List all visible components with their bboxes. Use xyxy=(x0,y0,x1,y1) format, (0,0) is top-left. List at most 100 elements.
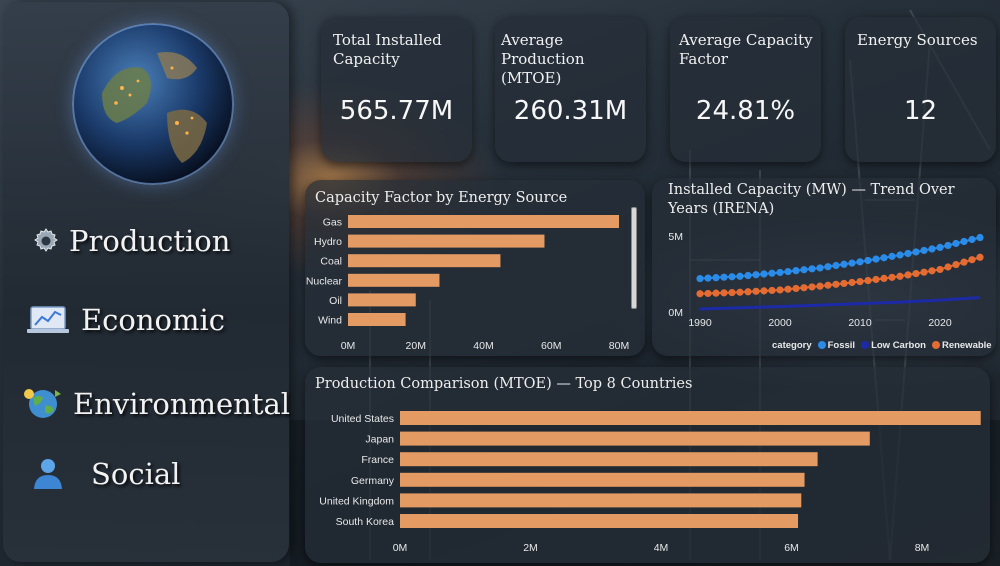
series-point xyxy=(720,289,728,297)
series-point xyxy=(752,287,760,295)
kpi-card-energy-sources: Energy Sources 12 xyxy=(845,17,996,162)
series-point xyxy=(768,269,776,277)
bar xyxy=(348,293,416,307)
series-point xyxy=(800,284,808,292)
category-label: Coal xyxy=(320,256,342,268)
chart-scrollbar[interactable] xyxy=(631,207,637,309)
bar xyxy=(348,273,440,287)
series-point xyxy=(696,290,704,298)
bar xyxy=(400,411,981,425)
category-label: France xyxy=(361,454,394,466)
series-point xyxy=(832,261,840,270)
category-label: Germany xyxy=(351,475,395,487)
bar xyxy=(348,234,545,248)
series-point xyxy=(808,283,816,291)
series-point xyxy=(864,256,872,265)
bar xyxy=(400,452,818,467)
series-point xyxy=(808,265,816,273)
chart-icon xyxy=(27,306,69,333)
kpi-value: 24.81% xyxy=(695,96,796,126)
series-point xyxy=(784,285,792,293)
series-point xyxy=(928,245,936,253)
globe-icon xyxy=(24,389,61,418)
bar xyxy=(400,493,802,508)
x-tick-label: 2010 xyxy=(848,317,872,329)
series-point xyxy=(760,287,768,295)
series-point xyxy=(968,235,976,244)
nav-label-economic: Economic xyxy=(81,303,226,337)
kpi-value: 565.77M xyxy=(339,96,454,126)
series-point xyxy=(920,268,928,276)
gear-icon xyxy=(34,228,58,252)
series-point xyxy=(936,265,944,274)
series-point xyxy=(784,267,792,276)
series-point xyxy=(744,271,752,280)
series-point xyxy=(968,256,976,264)
series-point xyxy=(944,263,952,271)
series-point xyxy=(872,255,880,263)
series-point xyxy=(912,269,920,278)
series-point xyxy=(776,268,784,277)
sidebar: Production Economic Environmental Social xyxy=(3,2,290,562)
series-point xyxy=(744,288,752,296)
category-label: Japan xyxy=(365,434,394,446)
kpi-card-average-production: Average Production (MTOE) 260.31M xyxy=(495,17,646,162)
legend-title: category xyxy=(772,340,812,351)
bar xyxy=(348,313,406,326)
y-tick-label: 0M xyxy=(668,307,683,319)
nav-item-economic[interactable]: Economic xyxy=(25,303,225,337)
series-point xyxy=(728,273,736,281)
nav-item-production[interactable]: Production xyxy=(31,224,230,258)
bar xyxy=(400,431,870,446)
series-point xyxy=(904,249,912,258)
chart-installed-capacity-trend-card: Installed Capacity (MW) — Trend Over Yea… xyxy=(652,178,996,356)
series-point xyxy=(824,281,832,289)
legend-item-low-carbon[interactable]: Low Carbon xyxy=(861,340,926,351)
series-point xyxy=(920,246,928,255)
nav-label-production: Production xyxy=(69,224,231,258)
series-point xyxy=(856,278,864,286)
bar xyxy=(348,215,619,228)
series-point xyxy=(704,274,712,282)
chart-production-comparison-card: Production Comparison (MTOE) — Top 8 Cou… xyxy=(305,367,990,563)
series-point xyxy=(896,251,904,259)
x-tick-label: 2000 xyxy=(768,317,792,329)
x-tick-label: 1990 xyxy=(688,317,712,329)
installed-capacity-line-chart: 5M 0M 1990 2000 2010 2020 xyxy=(668,231,984,329)
series-point xyxy=(960,258,968,266)
series-point xyxy=(864,276,872,285)
series-point xyxy=(800,266,808,274)
series-point xyxy=(880,254,888,262)
x-tick-label: 80M xyxy=(609,340,629,352)
kpi-value: 12 xyxy=(903,96,938,126)
x-tick-label: 8M xyxy=(915,542,930,554)
x-tick-label: 4M xyxy=(654,542,669,554)
series-point xyxy=(720,273,728,281)
series-point xyxy=(848,259,856,267)
x-tick-label: 0M xyxy=(393,542,408,554)
series-point xyxy=(960,237,968,246)
series-point xyxy=(880,274,888,283)
series-point xyxy=(712,274,720,282)
series-point xyxy=(768,286,776,295)
nav-label-social: Social xyxy=(91,457,181,491)
series-point xyxy=(952,260,960,269)
nav-item-social[interactable]: Social xyxy=(31,456,180,492)
chart-capacity-factor-card: Capacity Factor by Energy Source Gas Hydr… xyxy=(305,180,645,356)
series-point xyxy=(872,275,880,284)
series-point xyxy=(976,253,984,261)
series-point xyxy=(840,260,848,268)
category-label: Wind xyxy=(318,315,342,327)
nav-item-environmental[interactable]: Environmental xyxy=(21,386,290,422)
series-point xyxy=(760,270,768,278)
kpi-title: Energy Sources xyxy=(857,31,978,49)
legend-item-renewable[interactable]: Renewable xyxy=(931,340,992,351)
series-point xyxy=(728,288,736,297)
series-point xyxy=(904,271,912,279)
legend-item-fossil[interactable]: Fossil xyxy=(817,340,855,351)
series-point xyxy=(736,272,744,280)
series-point xyxy=(888,273,896,281)
series-point xyxy=(712,289,720,297)
category-label: United Kingdom xyxy=(319,495,394,507)
kpi-value: 260.31M xyxy=(513,96,628,126)
